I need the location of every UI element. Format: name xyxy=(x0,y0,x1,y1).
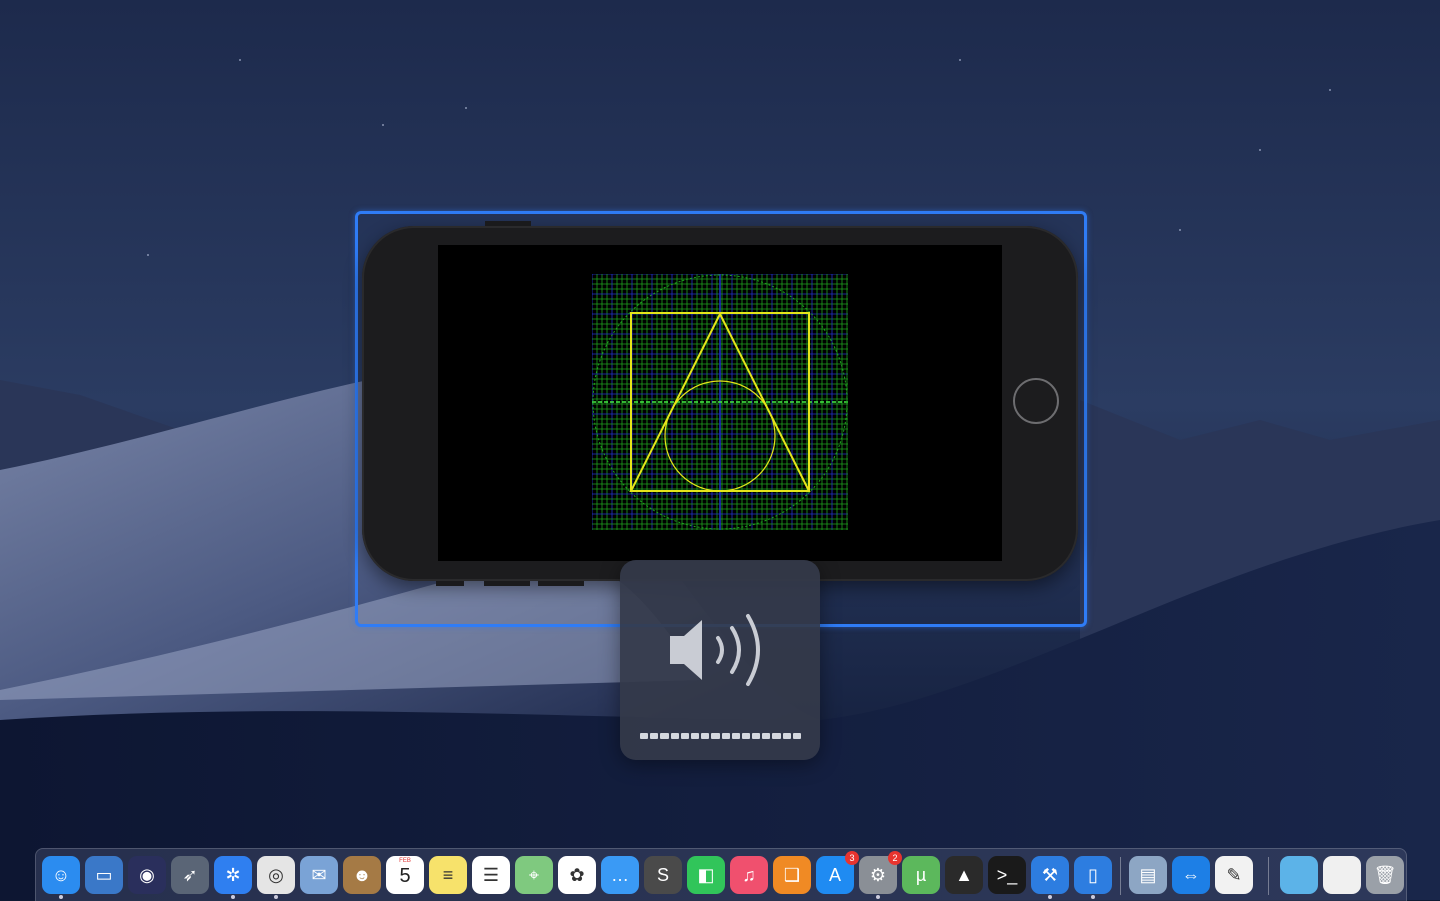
dock-item-safari[interactable]: ✲ xyxy=(214,856,252,894)
volume-segment xyxy=(711,733,720,739)
notes-icon: ≡ xyxy=(442,864,454,885)
app-store-icon: A xyxy=(828,864,841,885)
dock-item-finder[interactable]: ☺ xyxy=(42,856,80,894)
dock: ☺ ▭ ◉ ➶ ✲ ◎ ✉ ☻ FEB 5 ≡ ☰ ⌖ ✿… S ◧ ♫ ❑ A 3 ⚙ 2 µ ▲ >_ ⚒ ▯ ▤ ⇔ ✎ 🗑 xyxy=(35,848,1407,901)
dock-item-mail[interactable]: ✉ xyxy=(300,856,338,894)
facetime-icon: ◧ xyxy=(697,864,715,885)
dock-item-chrome-window[interactable] xyxy=(1323,856,1361,894)
volume-segment xyxy=(650,733,659,739)
finder-icon: ☺ xyxy=(51,864,71,885)
contacts-book-icon: ☻ xyxy=(352,864,372,885)
books-icon: ❑ xyxy=(783,864,801,885)
dock-item-file-manager[interactable]: ▭ xyxy=(85,856,123,894)
dock-separator xyxy=(1268,857,1269,895)
ringer-switch[interactable] xyxy=(436,581,464,586)
dock-item-notes[interactable]: ≡ xyxy=(429,856,467,894)
dock-item-chrome[interactable]: ◎ xyxy=(257,856,295,894)
maps-icon: ⌖ xyxy=(528,864,540,885)
teamviewer-icon: ⇔ xyxy=(1182,864,1200,885)
running-indicator xyxy=(1091,895,1095,899)
chrome-icon: ◎ xyxy=(268,864,284,885)
terminal-icon: >_ xyxy=(996,864,1018,885)
dock-item-siri[interactable]: ◉ xyxy=(128,856,166,894)
reminders-icon: ☰ xyxy=(482,864,500,885)
running-indicator xyxy=(274,895,278,899)
message-bubble-icon: … xyxy=(611,864,629,885)
photos-flower-icon: ✿ xyxy=(569,864,585,885)
simulator-icon: ▯ xyxy=(1088,864,1098,885)
volume-segment xyxy=(680,733,689,739)
dock-item-launchpad[interactable]: ➶ xyxy=(171,856,209,894)
calendar-day: 5 xyxy=(399,865,411,887)
siri-icon: ◉ xyxy=(139,864,155,885)
sublime-icon: S xyxy=(656,864,669,885)
textedit-icon: ✎ xyxy=(1226,864,1242,885)
running-indicator xyxy=(876,895,880,899)
volume-segment xyxy=(640,733,649,739)
dock-item-facetime[interactable]: ◧ xyxy=(687,856,725,894)
compass-icon: ✲ xyxy=(225,864,241,885)
dock-item-textedit[interactable]: ✎ xyxy=(1215,856,1253,894)
dock-item-trash[interactable]: 🗑 xyxy=(1366,856,1404,894)
volume-segment xyxy=(701,733,710,739)
gear-icon: ⚙ xyxy=(869,864,887,885)
dock-item-app-store[interactable]: A3 xyxy=(816,851,859,894)
utorrent-icon: µ xyxy=(915,864,927,885)
music-note-icon: ♫ xyxy=(742,864,756,885)
notification-badge: 2 xyxy=(888,851,902,865)
dock-item-contacts[interactable]: ☻ xyxy=(343,856,381,894)
dock-item-utorrent[interactable]: µ xyxy=(902,856,940,894)
dock-item-sublime-text[interactable]: S xyxy=(644,856,682,894)
volume-segment xyxy=(741,733,751,739)
volume-segment xyxy=(792,733,801,739)
volume-segment xyxy=(721,733,730,739)
dock-item-simulator[interactable]: ▯ xyxy=(1074,856,1112,894)
notification-badge: 3 xyxy=(845,851,859,865)
dock-item-photos[interactable]: ✿ xyxy=(558,856,596,894)
volume-segment xyxy=(772,733,781,739)
dock-item-calendar[interactable]: FEB 5 xyxy=(386,856,424,894)
running-indicator xyxy=(231,895,235,899)
folder-window-icon: ▭ xyxy=(95,864,113,885)
volume-segment xyxy=(762,733,771,739)
speaker-volume-icon xyxy=(670,614,760,686)
dock-item-reminders[interactable]: ☰ xyxy=(472,856,510,894)
running-indicator xyxy=(59,895,63,899)
volume-level-bar xyxy=(640,733,801,739)
dock-item-books[interactable]: ❑ xyxy=(773,856,811,894)
volume-up-button[interactable] xyxy=(484,581,530,586)
trash-icon: 🗑 xyxy=(1373,864,1397,885)
dock-separator xyxy=(1120,857,1121,895)
volume-segment xyxy=(782,733,791,739)
dock-item-folder[interactable] xyxy=(1280,856,1318,894)
volume-segment xyxy=(660,733,669,739)
volume-segment xyxy=(752,733,761,739)
home-button[interactable] xyxy=(1013,378,1059,424)
dock-item-music[interactable]: ♫ xyxy=(730,856,768,894)
dock-item-terminal[interactable]: >_ xyxy=(988,856,1026,894)
cone-icon: ▲ xyxy=(955,864,973,885)
dock-item-system-preferences[interactable]: ⚙ 2 xyxy=(859,851,902,894)
preview-icon: ▤ xyxy=(1139,864,1157,885)
volume-segment xyxy=(670,733,679,739)
side-button[interactable] xyxy=(485,221,531,226)
running-indicator xyxy=(1048,895,1052,899)
dock-item-maps[interactable]: ⌖ xyxy=(515,856,553,894)
dock-item-messages[interactable]: … xyxy=(601,856,639,894)
calendar-month: FEB xyxy=(399,858,411,864)
rocket-icon: ➶ xyxy=(182,864,198,885)
volume-segment xyxy=(731,733,740,739)
mail-eagle-icon: ✉ xyxy=(311,864,327,885)
iphone-device-frame xyxy=(362,221,1078,586)
dock-item-preview[interactable]: ▤ xyxy=(1129,856,1167,894)
hammer-blueprint-icon: ⚒ xyxy=(1041,864,1059,885)
volume-segment xyxy=(690,733,700,739)
volume-down-button[interactable] xyxy=(538,581,584,586)
device-screen[interactable] xyxy=(438,245,1002,561)
grid-shapes-graphic xyxy=(592,274,848,530)
dock-item-xcode[interactable]: ⚒ xyxy=(1031,856,1069,894)
dock-item-teamviewer[interactable]: ⇔ xyxy=(1172,856,1210,894)
dock-item-vlc[interactable]: ▲ xyxy=(945,856,983,894)
